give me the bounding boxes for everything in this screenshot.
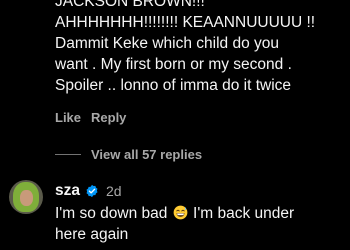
replies-divider: [55, 154, 81, 155]
comment-line: AHHHHHHH!!!!!!!! KEAANNUUUUU !!: [55, 14, 316, 31]
avatar[interactable]: [9, 180, 43, 214]
avatar-face: [20, 190, 33, 206]
like-button[interactable]: Like: [55, 110, 81, 125]
reply-text-part: I'm back under: [193, 205, 295, 222]
comment-line: Spoiler .. lonno of imma do it twice: [55, 77, 292, 94]
comment-block: JACKSON BROWN!!! AHHHHHHH!!!!!!!! KEAANN…: [55, 0, 345, 96]
reply-line-1: I'm so down bad I'm back under: [55, 203, 345, 224]
reply-text: I'm so down bad I'm back under here agai…: [55, 203, 345, 245]
grinning-sweat-emoji-icon: [173, 205, 188, 220]
verified-badge-icon: [86, 184, 98, 198]
reply-header: sza 2d: [55, 182, 122, 200]
comment-text: JACKSON BROWN!!! AHHHHHHH!!!!!!!! KEAANN…: [55, 0, 345, 96]
reply-line-2: here again: [55, 226, 129, 243]
view-replies-button[interactable]: View all 57 replies: [55, 147, 202, 162]
comment-line: want . My first born or my second .: [55, 56, 292, 73]
comment-actions: Like Reply: [55, 110, 126, 125]
comment-line: JACKSON BROWN!!!: [55, 0, 205, 10]
comment-line: Dammit Keke which child do you: [55, 35, 279, 52]
username[interactable]: sza: [55, 182, 80, 200]
view-replies-label: View all 57 replies: [91, 147, 203, 162]
reply-button[interactable]: Reply: [91, 110, 126, 125]
reply-text-part: I'm so down bad: [55, 205, 168, 222]
timestamp: 2d: [106, 183, 122, 199]
